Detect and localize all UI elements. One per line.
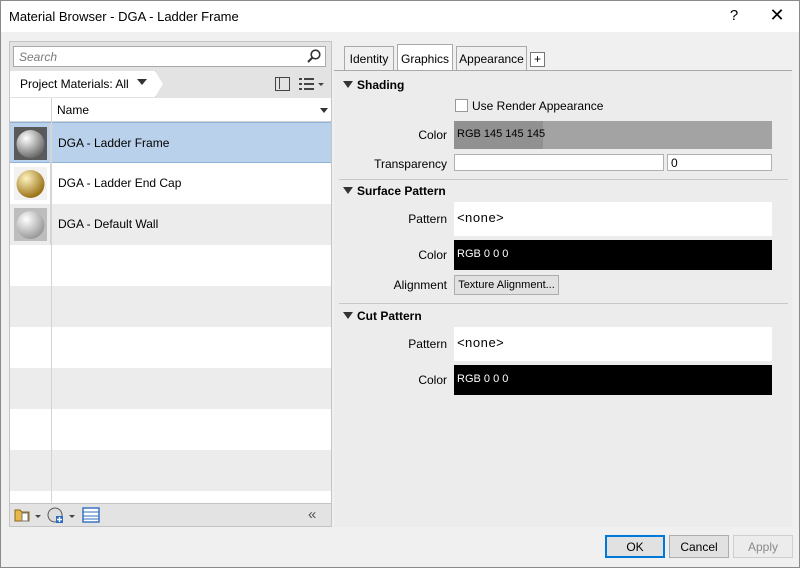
surface-color-swatch[interactable]: RGB 0 0 0 [454,240,772,270]
transparency-value: 0 [671,156,678,170]
breadcrumb-tip [155,71,163,97]
close-button[interactable]: ✕ [768,5,786,25]
list-view-icon[interactable] [299,76,325,92]
list-item-ladder-end-cap[interactable]: DGA - Ladder End Cap [10,163,331,204]
create-material-icon[interactable] [46,507,76,523]
material-properties-panel: Identity Graphics Appearance + Shading U… [334,41,792,527]
tab-identity[interactable]: Identity [344,46,394,71]
material-name: DGA - Ladder End Cap [58,176,182,190]
tab-graphics[interactable]: Graphics [397,44,453,71]
materials-list: DGA - Ladder Frame DGA - Ladder End Cap [10,122,331,503]
apply-button[interactable]: Apply [733,535,793,558]
texture-alignment-button[interactable]: Texture Alignment... [454,275,559,295]
cut-color-label: Color [418,373,447,387]
transparency-slider[interactable] [454,154,664,171]
collapse-triangle-icon[interactable] [343,81,353,88]
material-browser-dialog: Material Browser - DGA - Ladder Frame ? … [0,0,800,568]
column-header[interactable]: Name [10,98,331,122]
empty-row [10,245,331,286]
column-separator [51,98,52,122]
shading-color-swatch[interactable]: RGB 145 145 145 [454,121,772,149]
cut-color-value: RGB 0 0 0 [457,373,509,385]
sort-arrow-icon[interactable] [320,108,328,113]
collapse-triangle-icon[interactable] [343,312,353,319]
material-sphere-icon [14,208,47,241]
material-name: DGA - Ladder Frame [58,136,170,150]
material-name: DGA - Default Wall [58,217,159,231]
window-title: Material Browser - DGA - Ladder Frame [9,9,239,24]
surface-color-value: RGB 0 0 0 [457,248,509,260]
list-item-default-wall[interactable]: DGA - Default Wall [10,204,331,245]
cut-pattern-label: Pattern [408,337,447,351]
use-render-appearance-label: Use Render Appearance [472,99,604,113]
thumbnail-cell [10,204,51,245]
empty-row [10,491,331,503]
library-toolbar: « [10,503,331,526]
alignment-label: Alignment [393,278,447,292]
search-placeholder: Search [19,50,58,64]
ok-button[interactable]: OK [605,535,665,558]
materials-toolbar: Search Project Materials: All [10,42,331,98]
section-divider [339,303,788,304]
shading-color-value: RGB 145 145 145 [457,128,546,140]
collapse-panel-icon[interactable]: « [308,506,317,523]
surface-color-label: Color [418,248,447,262]
empty-row [10,450,331,491]
cut-color-swatch[interactable]: RGB 0 0 0 [454,365,772,395]
transparency-input[interactable]: 0 [667,154,772,171]
cancel-button[interactable]: Cancel [669,535,729,558]
surface-pattern-value: <none> [457,211,504,226]
graphics-pane: Shading Use Render Appearance Color RGB … [334,70,792,527]
help-button[interactable]: ? [727,7,741,24]
surface-pattern-label: Pattern [408,212,447,226]
empty-row [10,368,331,409]
section-title: Shading [357,78,405,92]
use-render-appearance-checkbox[interactable] [455,99,468,112]
section-title: Surface Pattern [357,184,446,198]
section-shading[interactable]: Shading [343,78,404,92]
empty-row [10,286,331,327]
tab-appearance[interactable]: Appearance [456,46,527,71]
filter-label: Project Materials: All [20,77,129,91]
collapse-triangle-icon[interactable] [343,187,353,194]
transparency-label: Transparency [374,157,447,171]
project-materials-filter[interactable]: Project Materials: All [10,71,156,97]
material-sphere-icon [14,127,47,160]
thumbnail-cell [10,123,51,164]
thumbnail-cell [10,163,51,204]
panel-view-icon[interactable] [275,77,290,91]
surface-pattern-field[interactable]: <none> [454,202,772,236]
filter-bar: Project Materials: All [10,71,331,97]
add-tab-button[interactable]: + [530,52,545,67]
asset-browser-icon[interactable] [82,507,100,523]
column-divider [51,122,52,503]
dropdown-arrow-icon[interactable] [137,79,147,85]
cut-pattern-field[interactable]: <none> [454,327,772,361]
cut-pattern-value: <none> [457,336,504,351]
section-divider [339,179,788,180]
section-surface-pattern[interactable]: Surface Pattern [343,184,446,198]
column-name-label: Name [57,103,90,117]
search-input[interactable]: Search [13,46,326,67]
empty-row [10,327,331,368]
section-title: Cut Pattern [357,309,422,323]
library-folder-icon[interactable] [14,507,42,523]
section-cut-pattern[interactable]: Cut Pattern [343,309,422,323]
material-sphere-icon [14,167,47,200]
title-bar: Material Browser - DGA - Ladder Frame ? … [1,1,799,32]
empty-row [10,409,331,450]
search-icon[interactable] [306,48,322,64]
list-item-ladder-frame[interactable]: DGA - Ladder Frame [10,122,331,164]
materials-panel: Search Project Materials: All Name DGA -… [9,41,332,527]
shading-color-label: Color [418,128,447,142]
